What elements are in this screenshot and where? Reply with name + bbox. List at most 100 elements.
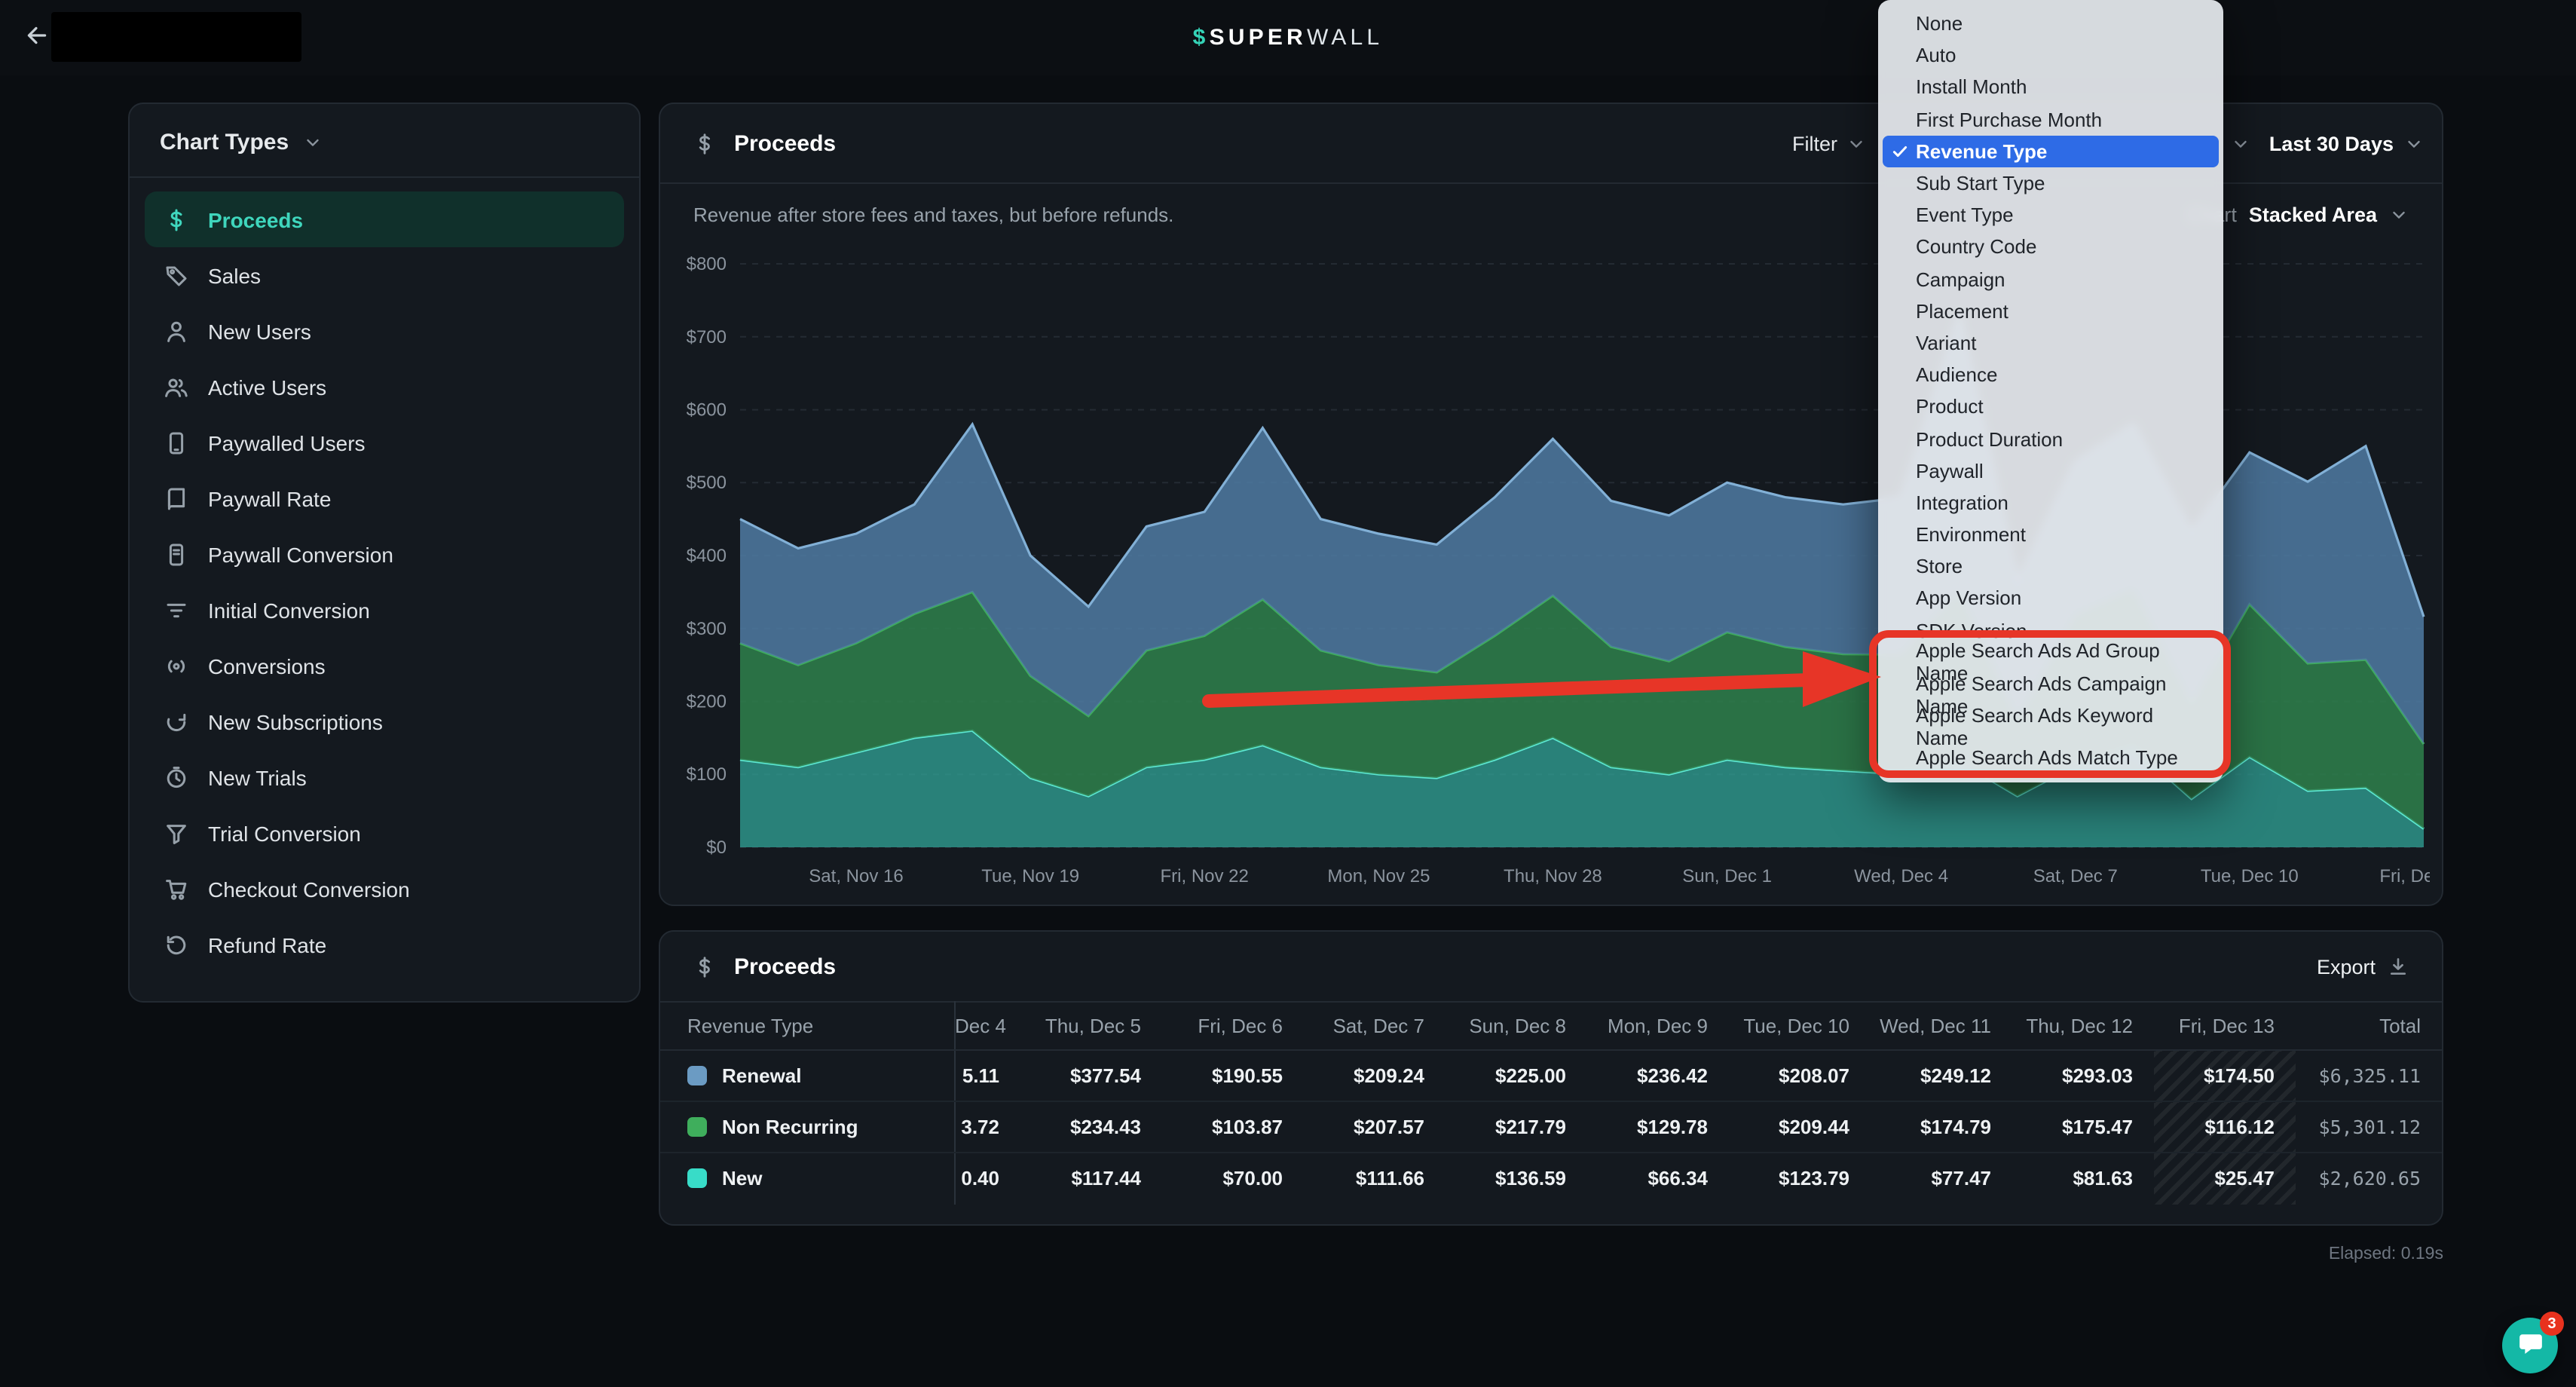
group-by-menu: NoneAuto Install Month First Purchase Mont… [1878, 0, 2223, 782]
menu-item-variant[interactable]: Variant [1878, 327, 2223, 359]
value-cell: $174.79 [1871, 1101, 2012, 1153]
sidebar-item-new-subscriptions[interactable]: New Subscriptions [145, 694, 624, 749]
sidebar-item-paywalled-users[interactable]: Paywalled Users [145, 415, 624, 470]
svg-text:Sat, Dec 7: Sat, Dec 7 [2033, 866, 2118, 886]
menu-item-revenue-type[interactable]: Revenue Type [1883, 136, 2219, 167]
menu-item-apple-search-ads-keyword-name[interactable]: Apple Search Ads Keyword Name [1878, 710, 2223, 742]
table-row-new: New0.40$117.44$70.00$111.66$136.59$66.34… [660, 1153, 2442, 1204]
sidebar-item-initial-conversion[interactable]: Initial Conversion [145, 582, 624, 638]
elapsed-time: Elapsed: 0.19s [659, 1245, 2443, 1263]
column-header-fri-dec-13: Fri, Dec 13 [2154, 1002, 2296, 1050]
sidebar-item-new-users[interactable]: New Users [145, 303, 624, 359]
export-button[interactable]: Export [2317, 955, 2409, 978]
value-cell: $175.47 [2012, 1101, 2154, 1153]
menu-item-apple-search-ads-match-type[interactable]: Apple Search Ads Match Type [1878, 742, 2223, 774]
value-cell: $174.50 [2154, 1050, 2296, 1101]
menu-item-product-duration[interactable]: Product Duration [1878, 423, 2223, 455]
menu-item-country-code[interactable]: Country Code [1878, 231, 2223, 263]
sidebar-item-proceeds[interactable]: Proceeds [145, 191, 624, 247]
menu-item-product[interactable]: Product [1878, 391, 2223, 423]
menu-item-none[interactable]: None [1878, 8, 2223, 39]
value-cell: $207.57 [1304, 1101, 1446, 1153]
menu-item-label: Install Month [1916, 76, 2027, 99]
dollar-icon [164, 207, 188, 231]
menu-item-sub-start-type[interactable]: Sub Start Type [1878, 167, 2223, 199]
check-icon [1889, 143, 1911, 160]
tag-icon [164, 263, 188, 287]
menu-item-label: Product Duration [1916, 427, 2063, 450]
sidebar-item-paywall-rate[interactable]: Paywall Rate [145, 470, 624, 526]
chevron-down-icon [2404, 134, 2424, 154]
total-cell: $2,620.65 [2296, 1153, 2442, 1204]
value-cell: 3.72 [954, 1101, 1020, 1153]
series-name-cell: Non Recurring [660, 1101, 954, 1153]
dollar-icon [693, 132, 716, 155]
chevron-down-icon [1846, 134, 1866, 154]
menu-item-event-type[interactable]: Event Type [1878, 199, 2223, 231]
menu-item-install-month[interactable]: Install Month [1878, 72, 2223, 103]
download-icon [2388, 956, 2409, 977]
sidebar-title: Chart Types [160, 130, 289, 155]
svg-text:$200: $200 [687, 692, 727, 712]
menu-item-paywall[interactable]: Paywall [1878, 455, 2223, 486]
sidebar-item-refund-rate[interactable]: Refund Rate [145, 917, 624, 972]
menu-item-campaign[interactable]: Campaign [1878, 263, 2223, 295]
filter-dropdown[interactable]: Filter [1792, 104, 1866, 184]
group-by-dropdown-chevron-icon[interactable] [2231, 104, 2250, 184]
menu-item-label: Sub Start Type [1916, 172, 2045, 194]
users-icon [164, 375, 188, 399]
column-header-total: Total [2296, 1002, 2442, 1050]
menu-item-audience[interactable]: Audience [1878, 359, 2223, 390]
value-cell: $129.78 [1587, 1101, 1729, 1153]
column-header-fri-dec-6: Fri, Dec 6 [1162, 1002, 1304, 1050]
menu-item-label: Audience [1916, 363, 1997, 386]
funnel-icon [164, 821, 188, 845]
chart-types-header[interactable]: Chart Types [130, 104, 639, 178]
sidebar-item-label: New Trials [208, 765, 307, 789]
menu-item-app-version[interactable]: App Version [1878, 583, 2223, 614]
column-header-tue-dec-10: Tue, Dec 10 [1729, 1002, 1871, 1050]
sidebar-item-paywall-conversion[interactable]: Paywall Conversion [145, 526, 624, 582]
column-header-sun-dec-8: Sun, Dec 8 [1446, 1002, 1587, 1050]
value-cell: 0.40 [954, 1153, 1020, 1204]
menu-item-store[interactable]: Store [1878, 550, 2223, 582]
logo-text-wall: WALL [1307, 25, 1383, 51]
back-button[interactable] [20, 21, 53, 54]
menu-item-integration[interactable]: Integration [1878, 487, 2223, 519]
series-color-swatch [687, 1117, 707, 1137]
chart-subtitle: Revenue after store fees and taxes, but … [693, 203, 1173, 225]
value-cell: $25.47 [2154, 1153, 2296, 1204]
series-name: New [722, 1168, 762, 1190]
menu-item-placement[interactable]: Placement [1878, 295, 2223, 326]
svg-text:$100: $100 [687, 764, 727, 785]
svg-text:$0: $0 [706, 837, 727, 858]
value-cell: $77.47 [1871, 1153, 2012, 1204]
table-panel-header: Proceeds Export [660, 932, 2442, 1001]
menu-item-auto[interactable]: Auto [1878, 39, 2223, 71]
svg-text:Wed, Dec 4: Wed, Dec 4 [1854, 866, 1948, 886]
value-cell: $209.24 [1304, 1050, 1446, 1101]
menu-item-environment[interactable]: Environment [1878, 519, 2223, 550]
series-name: Non Recurring [722, 1116, 858, 1138]
sidebar-item-sales[interactable]: Sales [145, 247, 624, 303]
cart-icon [164, 877, 188, 901]
value-cell: $123.79 [1729, 1153, 1871, 1204]
sidebar-item-active-users[interactable]: Active Users [145, 359, 624, 415]
svg-text:Fri, Dec 13: Fri, Dec 13 [2379, 866, 2430, 886]
sidebar-item-new-trials[interactable]: New Trials [145, 749, 624, 805]
chat-button[interactable]: 3 [2502, 1318, 2558, 1373]
sidebar-item-trial-conversion[interactable]: Trial Conversion [145, 805, 624, 861]
value-cell: 5.11 [954, 1050, 1020, 1101]
column-header-thu-dec-12: Thu, Dec 12 [2012, 1002, 2154, 1050]
menu-item-first-purchase-month[interactable]: First Purchase Month [1878, 103, 2223, 135]
sidebar-item-checkout-conversion[interactable]: Checkout Conversion [145, 861, 624, 917]
svg-text:Tue, Dec 10: Tue, Dec 10 [2201, 866, 2299, 886]
superwall-analytics-app: $SUPERWALL Chart Types ProceedsSalesNew … [0, 0, 2576, 1387]
date-range-dropdown[interactable]: Last 30 Days [2269, 104, 2424, 184]
sidebar-item-label: Sales [208, 263, 261, 287]
sidebar-item-conversions[interactable]: Conversions [145, 638, 624, 694]
proceeds-table-panel: Proceeds Export Revenue TypeDec 4Thu, De… [659, 930, 2443, 1226]
menu-item-label: Variant [1916, 332, 1976, 354]
value-cell: $117.44 [1020, 1153, 1162, 1204]
export-label: Export [2317, 955, 2376, 978]
